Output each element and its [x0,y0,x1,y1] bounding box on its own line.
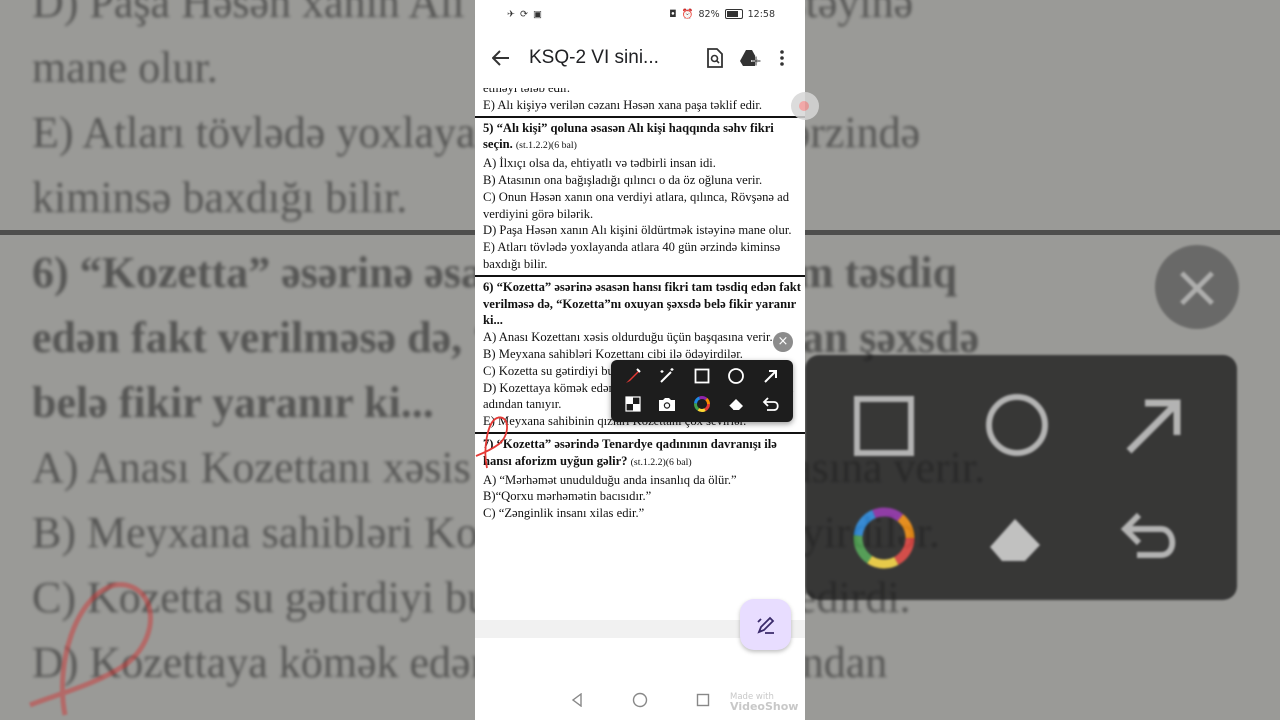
background-square-icon [854,396,914,456]
question-7-tag: (st.1.2.2)(6 bal) [630,456,692,468]
question-5-option-d: D) Paşa Həsən xanın Alı kişini öldürtmək… [483,223,792,238]
pen-annotation-mark [475,416,508,469]
battery-icon [724,9,743,19]
screenshot-button[interactable] [656,393,678,415]
document-search-icon [707,48,723,68]
arrow-tool-button[interactable] [760,365,782,387]
square-icon [694,368,710,384]
drawing-toolbar [611,360,793,422]
camera-icon [659,398,675,411]
arrow-back-icon [492,50,509,66]
background-pen-mark [29,582,153,716]
document-viewer[interactable]: etməyi tələb edir. E) Alı kişiyə verilən… [475,88,805,620]
nav-back-icon[interactable] [570,693,584,707]
question-5-option-c: C) Onun Həsən xanın ona verdiyi atlara, … [483,189,790,221]
question-5-option-e: E) Atları tövlədə yoxlayanda atlara 40 g… [483,240,781,271]
arrow-icon [764,370,777,383]
edit-pen-icon [756,616,774,634]
search-in-document-button[interactable] [697,40,733,76]
section-divider [475,115,805,118]
nav-recents-icon[interactable] [696,693,710,707]
floating-record-bubble[interactable] [791,92,819,120]
question-7-option-c: C) “Zənginlik insanı xilas edir.” [483,506,645,521]
brush-icon [626,368,641,383]
background-undo-icon [1120,512,1176,558]
color-wheel-icon [694,396,710,412]
question-5-option-b: B) Atasının ona bağışladığı qılıncı o da… [483,172,763,187]
mosaic-tool-button[interactable] [622,393,644,415]
question-5-option-a: A) İlxıçı olsa da, ehtiyatlı və tədbirli… [483,156,716,171]
background-arrow-icon [1126,399,1181,454]
pen-tool-button[interactable] [622,365,644,387]
more-vert-icon [780,50,784,66]
notification-icon: ▣ [532,8,542,20]
question-7-option-a: A) “Mərhəmət unudulduğu anda insanlıq da… [483,472,737,487]
magic-pen-icon [660,368,674,383]
sync-icon: ⟳ [519,8,528,20]
question-4-tail: etməyi tələb edir. [483,88,571,95]
question-5-tag: (st.1.2.2)(6 bal) [515,140,577,152]
document-page: etməyi tələb edir. E) Alı kişiyə verilən… [475,88,805,522]
color-picker-button[interactable] [691,393,713,415]
laser-pen-button[interactable] [656,365,678,387]
undo-button[interactable] [760,393,782,415]
add-to-drive-button[interactable] [733,40,769,76]
back-button[interactable] [489,46,513,70]
question-6-text: 6) “Kozetta” əsərinə əsasən hansı fikri … [483,279,801,328]
question-5: 5) “Alı kişi” qoluna əsasən Alı kişi haq… [483,120,805,156]
eraser-icon [728,399,743,411]
background-eraser-icon [990,519,1040,561]
toolbar-close-button[interactable]: × [773,332,793,352]
background-color-wheel-icon [853,507,915,569]
question-7: 7) “Kozetta” əsərində Tenardye qadınının… [483,436,805,472]
eraser-button[interactable] [725,393,747,415]
battery-percent: 82% [698,8,720,20]
question-7-option-b: B)“Qorxu mərhəmətin bacısıdır.” [483,489,652,504]
checkerboard-icon [625,396,641,412]
background-toolbar [805,355,1237,600]
nav-home-icon[interactable] [632,692,648,708]
drive-add-icon [740,50,761,66]
nfc-icon: ◘ [669,8,677,20]
more-options-button[interactable] [769,40,795,76]
status-time: 12:58 [747,8,775,20]
circle-icon [728,368,744,384]
section-divider [475,431,805,434]
undo-icon [762,397,779,411]
question-6-option-a: A) Anası Kozettanı xəsis oldurduğu üçün … [483,330,773,345]
watermark: Made with VideoShow [730,692,799,713]
document-title: KSQ-2 VI sini... [529,47,659,68]
section-divider [475,274,805,277]
circle-tool-button[interactable] [725,365,747,387]
alarm-icon: ⏰ [681,8,694,20]
background-circle-icon [986,394,1048,456]
background-close-icon: × [1155,245,1239,329]
app-bar: KSQ-2 VI sini... [475,28,805,88]
edit-fab-button[interactable] [740,599,791,650]
status-bar: ✈ ⟳ ▣ ◘ ⏰ 82% 12:58 [475,0,805,28]
airplane-icon: ✈ [507,8,515,20]
question-4-option-e: E) Alı kişiyə verilən cəzanı Həsən xana … [483,97,763,112]
rectangle-tool-button[interactable] [691,365,713,387]
